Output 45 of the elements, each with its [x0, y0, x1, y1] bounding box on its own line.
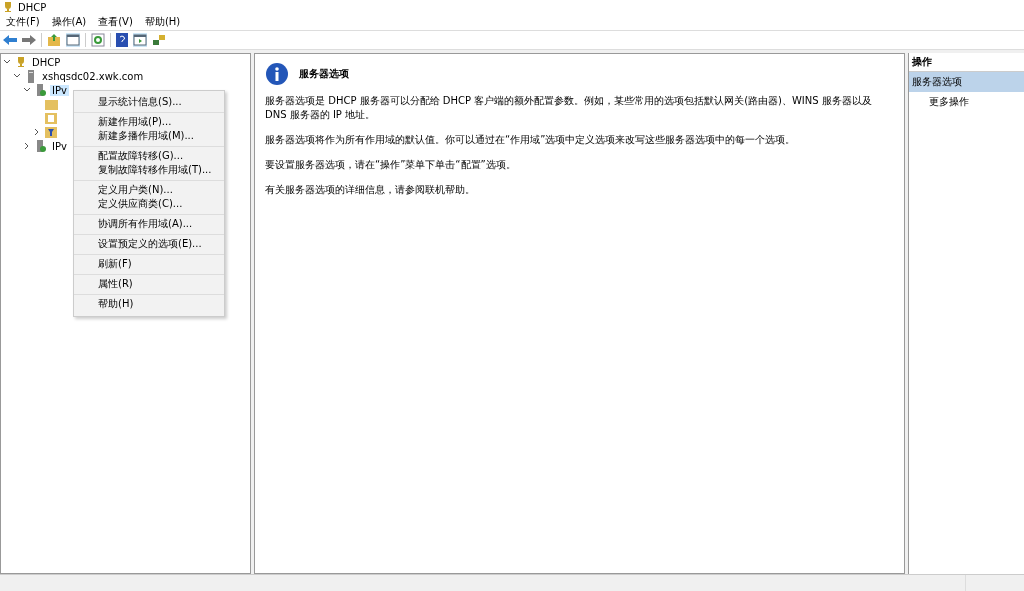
- action-link[interactable]: 更多操作: [909, 92, 1024, 112]
- menu-item[interactable]: 复制故障转移作用域(T)...: [74, 163, 224, 177]
- menu-item[interactable]: 操作(A): [51, 15, 87, 29]
- refresh-icon[interactable]: [91, 33, 105, 47]
- trophy-icon: [15, 56, 27, 68]
- description-text: 有关服务器选项的详细信息，请参阅联机帮助。: [265, 183, 476, 197]
- menu-item[interactable]: 刷新(F): [74, 257, 224, 271]
- filter-icon: [45, 126, 58, 138]
- content-title: 服务器选项: [299, 67, 349, 81]
- folder-up-icon[interactable]: [47, 33, 61, 47]
- pane-icon[interactable]: [66, 33, 80, 47]
- description-text: 要设置服务器选项，请在“操作”菜单下单击“配置”选项。: [265, 158, 517, 172]
- menu-item[interactable]: 属性(R): [74, 277, 224, 291]
- info-icon: [265, 62, 289, 86]
- folder-icon: [45, 98, 58, 110]
- menu-item[interactable]: 查看(V): [98, 15, 133, 29]
- menu-item[interactable]: 设置预定义的选项(E)...: [74, 237, 224, 251]
- trophy-icon: [2, 1, 14, 13]
- menu-item[interactable]: 定义用户类(N)...: [74, 183, 224, 197]
- server-icon: [25, 69, 37, 83]
- tree-item[interactable]: DHCP: [30, 56, 63, 68]
- menu-item[interactable]: 文件(F): [6, 15, 40, 29]
- menu-item[interactable]: 帮助(H): [74, 297, 224, 311]
- menu-item[interactable]: 协调所有作用域(A)...: [74, 217, 224, 231]
- menu-item[interactable]: 帮助(H): [144, 15, 181, 29]
- tree-item[interactable]: xshqsdc02.xwk.com: [40, 70, 146, 82]
- menu-item[interactable]: 显示统计信息(S)...: [74, 95, 224, 109]
- server-icon: [35, 139, 47, 153]
- tree-item[interactable]: IPv: [50, 140, 69, 152]
- description-text: 服务器选项是 DHCP 服务器可以分配给 DHCP 客户端的额外配置参数。例如，某些常用的选项包括默认网关(路由器)、WINS 服务器以及 DNS 服务器的 IP 地址。: [265, 94, 873, 122]
- tree-item[interactable]: IPv: [50, 84, 69, 96]
- document-icon: [45, 112, 58, 124]
- back-icon[interactable]: [3, 34, 17, 46]
- network-icon[interactable]: [152, 33, 166, 47]
- actions-section[interactable]: 服务器选项: [909, 72, 1024, 92]
- help-icon[interactable]: [116, 33, 128, 47]
- menu-item[interactable]: 定义供应商类(C)...: [74, 197, 224, 211]
- forward-icon[interactable]: [22, 34, 36, 46]
- menu-item[interactable]: 配置故障转移(G)...: [74, 149, 224, 163]
- window-title: DHCP: [18, 1, 47, 13]
- description-text: 服务器选项将作为所有作用域的默认值。你可以通过在“作用域”选项中定义选项来改写这些服务器选项中的每一个选项。: [265, 133, 797, 147]
- pane-icon[interactable]: [133, 33, 147, 47]
- menu-item[interactable]: 新建多播作用域(M)...: [74, 129, 224, 143]
- server-icon: [35, 83, 47, 97]
- menu-item[interactable]: 新建作用域(P)...: [74, 115, 224, 129]
